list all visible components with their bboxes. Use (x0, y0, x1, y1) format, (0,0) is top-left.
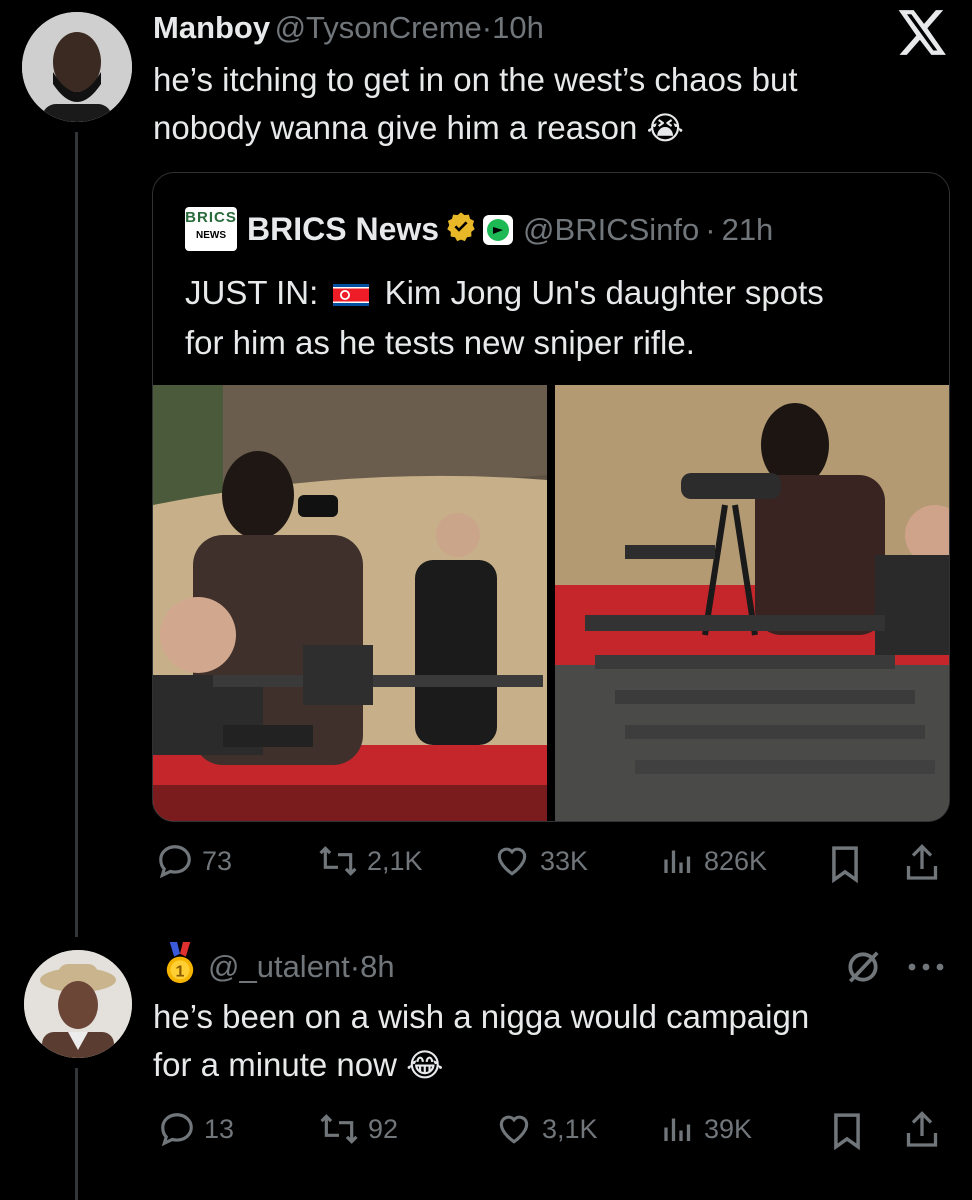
reply-count: 73 (202, 845, 233, 876)
thread-line (75, 132, 78, 937)
repost-button[interactable]: 2,1K (317, 842, 423, 880)
views-icon (660, 842, 696, 880)
quote-text-prefix: JUST IN: (185, 274, 319, 311)
repost-count: 92 (368, 1113, 399, 1144)
quote-text-line2: for him as he tests new sniper rifle. (185, 324, 695, 362)
quote-text-line1: Kim Jong Un's daughter spots (384, 274, 824, 311)
repost-button[interactable]: 92 (318, 1110, 398, 1148)
separator-dot: · (481, 10, 493, 45)
quote-header: BRICS News @BRICSinfo · 21h (247, 211, 773, 248)
x-logo-icon (898, 10, 948, 61)
bookmark-icon[interactable] (830, 1112, 864, 1155)
reply-avatar[interactable] (24, 950, 132, 1058)
grok-icon[interactable] (844, 948, 882, 991)
quoted-tweet-card[interactable]: BRICS NEWS BRICS News @BRICSinfo · 21h JUS… (152, 172, 950, 822)
repost-icon (318, 1110, 360, 1148)
author-handle[interactable]: @TysonCreme (275, 10, 482, 45)
reply-text-line2: for a minute now (153, 1046, 397, 1083)
reply-button[interactable]: 13 (158, 1110, 234, 1148)
tweet-header: Manboy @TysonCreme·10h (153, 10, 544, 46)
quote-author-name[interactable]: BRICS News (247, 211, 439, 248)
north-korea-flag-icon (333, 271, 370, 319)
heart-icon (492, 842, 532, 880)
brics-logo-subtext: NEWS (196, 230, 226, 241)
separator-dot: · (705, 211, 716, 247)
separator-dot: · (349, 948, 361, 984)
reply-button[interactable]: 73 (156, 842, 232, 880)
tweet-text: he’s itching to get in on the west’s cha… (153, 61, 798, 146)
quote-time[interactable]: 21h (722, 212, 774, 248)
like-button[interactable]: 3,1K (494, 1110, 598, 1148)
heart-icon (494, 1110, 534, 1148)
view-count: 39K (704, 1113, 753, 1144)
share-icon[interactable] (904, 843, 940, 888)
share-icon[interactable] (904, 1110, 940, 1155)
thread-line (75, 1068, 78, 1200)
tweet-text-block: he’s itching to get in on the west’s cha… (153, 56, 913, 152)
quote-author-handle[interactable]: @BRICSinfo (523, 212, 699, 248)
crying-face-emoji: 😭 (646, 110, 684, 146)
reply-text-block: he’s been on a wish a nigga would campai… (153, 993, 943, 1089)
bookmark-icon[interactable] (828, 845, 862, 888)
photo-divider (547, 385, 555, 821)
photo-right[interactable] (555, 385, 949, 821)
brics-logo-icon: BRICS NEWS (185, 207, 237, 251)
quote-text-block: JUST IN: Kim Jong Un's daughter spots fo… (185, 269, 925, 367)
affiliate-badge-icon (483, 214, 514, 245)
avatar[interactable] (22, 12, 132, 122)
reply-time[interactable]: 8h (360, 949, 394, 985)
like-count: 3,1K (542, 1113, 598, 1144)
photo-left[interactable] (153, 385, 547, 821)
verified-badge-icon (445, 211, 477, 248)
reply-icon (156, 842, 194, 880)
view-count: 826K (704, 845, 768, 876)
like-button[interactable]: 33K (492, 842, 588, 880)
repost-icon (317, 842, 359, 880)
gold-medal-badge-icon: 1 (162, 942, 198, 991)
tweet-time[interactable]: 10h (492, 10, 544, 45)
like-count: 33K (540, 845, 589, 876)
reply-text-line1: he’s been on a wish a nigga would campai… (153, 998, 810, 1035)
reply-header: 1 @_utalent · 8h (162, 942, 395, 991)
svg-text:1: 1 (176, 962, 185, 980)
reply-count: 13 (204, 1113, 235, 1144)
reply-icon (158, 1110, 196, 1148)
brics-logo-text: BRICS (185, 209, 237, 226)
reply-handle[interactable]: @_utalent (208, 949, 350, 985)
more-options-icon[interactable] (906, 960, 946, 978)
author-name[interactable]: Manboy (153, 10, 270, 45)
views-icon (660, 1110, 696, 1148)
laughing-face-emoji: 😂 (406, 1047, 444, 1083)
views-button[interactable]: 826K (660, 842, 767, 880)
views-button[interactable]: 39K (660, 1110, 752, 1148)
repost-count: 2,1K (367, 845, 423, 876)
